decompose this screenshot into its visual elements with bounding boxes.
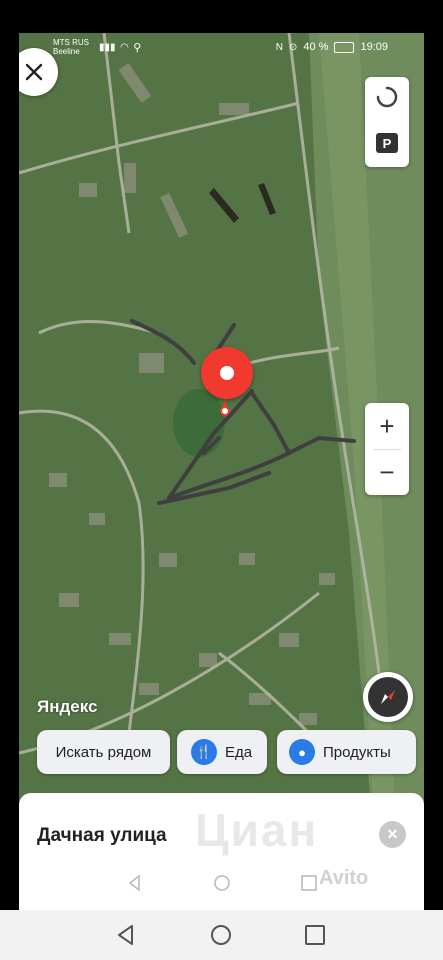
- compass-button[interactable]: [363, 672, 413, 722]
- status-right: N ⊙ 40 % 19:09: [276, 41, 388, 53]
- chip-label: Искать рядом: [55, 743, 152, 761]
- search-icon: ⚲: [133, 42, 142, 54]
- carrier-label: MTS RUS Beeline: [53, 38, 89, 56]
- parking-button[interactable]: P: [376, 133, 398, 153]
- chip-food[interactable]: 🍴 Еда: [177, 730, 267, 774]
- map-layer-controls: P: [365, 77, 409, 167]
- app-frame: MTS RUS Beeline ▮▮▮ ◜◝ ⚲ N ⊙ 40 % 19:09 …: [19, 33, 424, 910]
- clock: 19:09: [360, 41, 388, 53]
- yandex-attribution[interactable]: Яндекс: [37, 697, 97, 717]
- ghost-back-icon: [128, 874, 140, 892]
- loading-spinner-icon[interactable]: [375, 85, 399, 109]
- place-title: Дачная улица: [37, 825, 167, 846]
- cian-watermark: Циан: [195, 804, 319, 856]
- location-icon: ⊙: [289, 41, 298, 53]
- recent-apps-icon[interactable]: [302, 922, 328, 948]
- close-icon: [25, 63, 43, 81]
- signal-icon: ▮▮▮: [99, 42, 116, 53]
- battery-icon: [334, 41, 355, 53]
- zoom-out-button[interactable]: −: [365, 449, 409, 495]
- place-card[interactable]: Циан Дачная улица ✕ Avito: [19, 793, 424, 910]
- back-icon[interactable]: [113, 922, 139, 948]
- zoom-in-button[interactable]: +: [365, 403, 409, 449]
- zoom-controls: + −: [365, 403, 409, 495]
- avito-watermark: Avito: [319, 867, 369, 889]
- food-icon: 🍴: [191, 739, 217, 765]
- compass-inner: [368, 677, 408, 717]
- map-pin[interactable]: [201, 347, 253, 399]
- map-pin-dot: [220, 366, 234, 380]
- chip-search-nearby[interactable]: Искать рядом: [37, 730, 170, 774]
- battery-percent: 40 %: [303, 41, 329, 53]
- compass-icon: [381, 690, 395, 704]
- system-nav-bar: [0, 910, 443, 960]
- ghost-recent-icon: [301, 875, 317, 891]
- chip-label: Продукты: [323, 743, 391, 761]
- place-card-close-button[interactable]: ✕: [379, 821, 406, 848]
- status-bar: MTS RUS Beeline ▮▮▮ ◜◝ ⚲ N ⊙ 40 % 19:09: [19, 33, 424, 61]
- groceries-icon: ●: [289, 739, 315, 765]
- ghost-home-icon: [214, 875, 230, 891]
- close-icon: ✕: [386, 826, 399, 842]
- chip-groceries[interactable]: ● Продукты: [277, 730, 416, 774]
- chip-label: Еда: [225, 743, 253, 761]
- home-icon[interactable]: [208, 922, 234, 948]
- nfc-icon: N: [275, 41, 283, 53]
- satellite-map[interactable]: [19, 33, 424, 910]
- wifi-icon: ◜◝: [120, 42, 129, 53]
